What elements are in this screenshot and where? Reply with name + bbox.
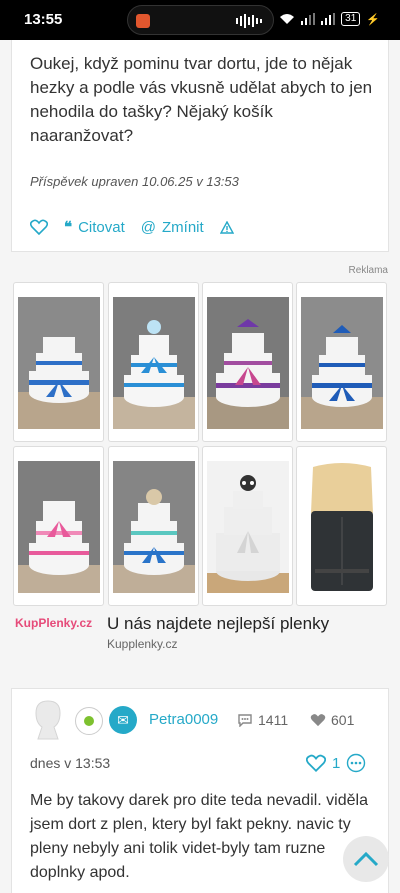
wifi-icon (280, 14, 295, 24)
post-card: Oukej, když pominu tvar dortu, jde to ně… (11, 40, 389, 252)
quote-button[interactable]: ❝ Citovat (64, 218, 125, 237)
diaper-cake-image (113, 297, 195, 429)
post-text: Oukej, když pominu tvar dortu, jde to ně… (30, 54, 373, 145)
ad-brand-logo[interactable]: KupPlenky.cz (15, 616, 92, 630)
dynamic-island (127, 5, 274, 35)
post-actions: ❝ Citovat @ Zmínit (30, 218, 234, 236)
like-count: 1 (332, 754, 341, 772)
heart-filled-icon (310, 714, 326, 727)
hearts-stat: 601 (310, 712, 354, 728)
edited-note: Příspěvek upraven 10.06.25 v 13:53 (30, 174, 239, 189)
username-link[interactable]: Petra0009 (149, 711, 218, 728)
mention-button[interactable]: @ Zmínit (141, 219, 204, 236)
diaper-cake-image (207, 461, 289, 593)
avatar[interactable] (28, 699, 68, 741)
comments-stat: 1411 (237, 712, 288, 728)
comment-icon (238, 714, 252, 727)
signal-icon-2 (321, 13, 336, 25)
more-options-icon[interactable] (346, 753, 366, 773)
diaper-cake-image (301, 297, 383, 429)
message-icon[interactable]: ✉ (109, 706, 137, 734)
diaper-cake-image (18, 461, 100, 593)
diaper-cake-image (18, 297, 100, 429)
ad-product-tile[interactable] (13, 446, 104, 606)
comments-count: 1411 (258, 712, 289, 728)
scroll-to-top-button[interactable] (343, 836, 389, 882)
heart-icon[interactable] (30, 219, 48, 235)
battery-icon: 31 (341, 12, 361, 26)
diaper-cake-image (207, 297, 289, 429)
ad-product-tile[interactable] (202, 282, 293, 442)
post-text: Me by takovy darek pro dite teda nevadil… (30, 792, 368, 881)
ad-label: Reklama (348, 265, 388, 276)
post-card: ✉ Petra0009 1411 601 dnes v 13:53 1 Me b… (11, 688, 389, 893)
at-icon: @ (140, 218, 156, 236)
quote-icon: ❝ (64, 219, 73, 236)
ad-product-tile[interactable] (108, 446, 199, 606)
ad-headline[interactable]: U nás najdete nejlepší plenky (107, 614, 329, 634)
ad-product-tile[interactable] (202, 446, 293, 606)
status-icons: 31 ⚡ (279, 12, 380, 26)
signal-icon (301, 13, 316, 25)
ad-product-tile[interactable] (296, 446, 387, 606)
online-status-icon (75, 707, 103, 735)
chevron-up-icon (353, 851, 379, 867)
post-date: dnes v 13:53 (30, 755, 111, 771)
ad-domain[interactable]: Kupplenky.cz (107, 637, 177, 651)
hearts-count: 601 (331, 712, 355, 728)
app-indicator-icon (136, 14, 150, 28)
heart-icon[interactable] (306, 754, 326, 772)
ad-product-tile[interactable] (296, 282, 387, 442)
clock: 13:55 (24, 11, 63, 28)
ad-product-tile[interactable] (13, 282, 104, 442)
status-bar: 13:55 31 ⚡ (0, 0, 400, 40)
ad-banner[interactable]: ▷✕ (11, 280, 389, 660)
footmuff-image (301, 461, 383, 593)
quote-label: Citovat (78, 218, 125, 236)
ad-product-tile[interactable] (108, 282, 199, 442)
report-warning-icon[interactable] (219, 220, 234, 234)
diaper-cake-image (113, 461, 195, 593)
charging-icon: ⚡ (366, 13, 380, 26)
like-control[interactable]: 1 (306, 753, 366, 773)
mention-label: Zmínit (162, 218, 204, 236)
audio-wave-icon (236, 14, 262, 28)
